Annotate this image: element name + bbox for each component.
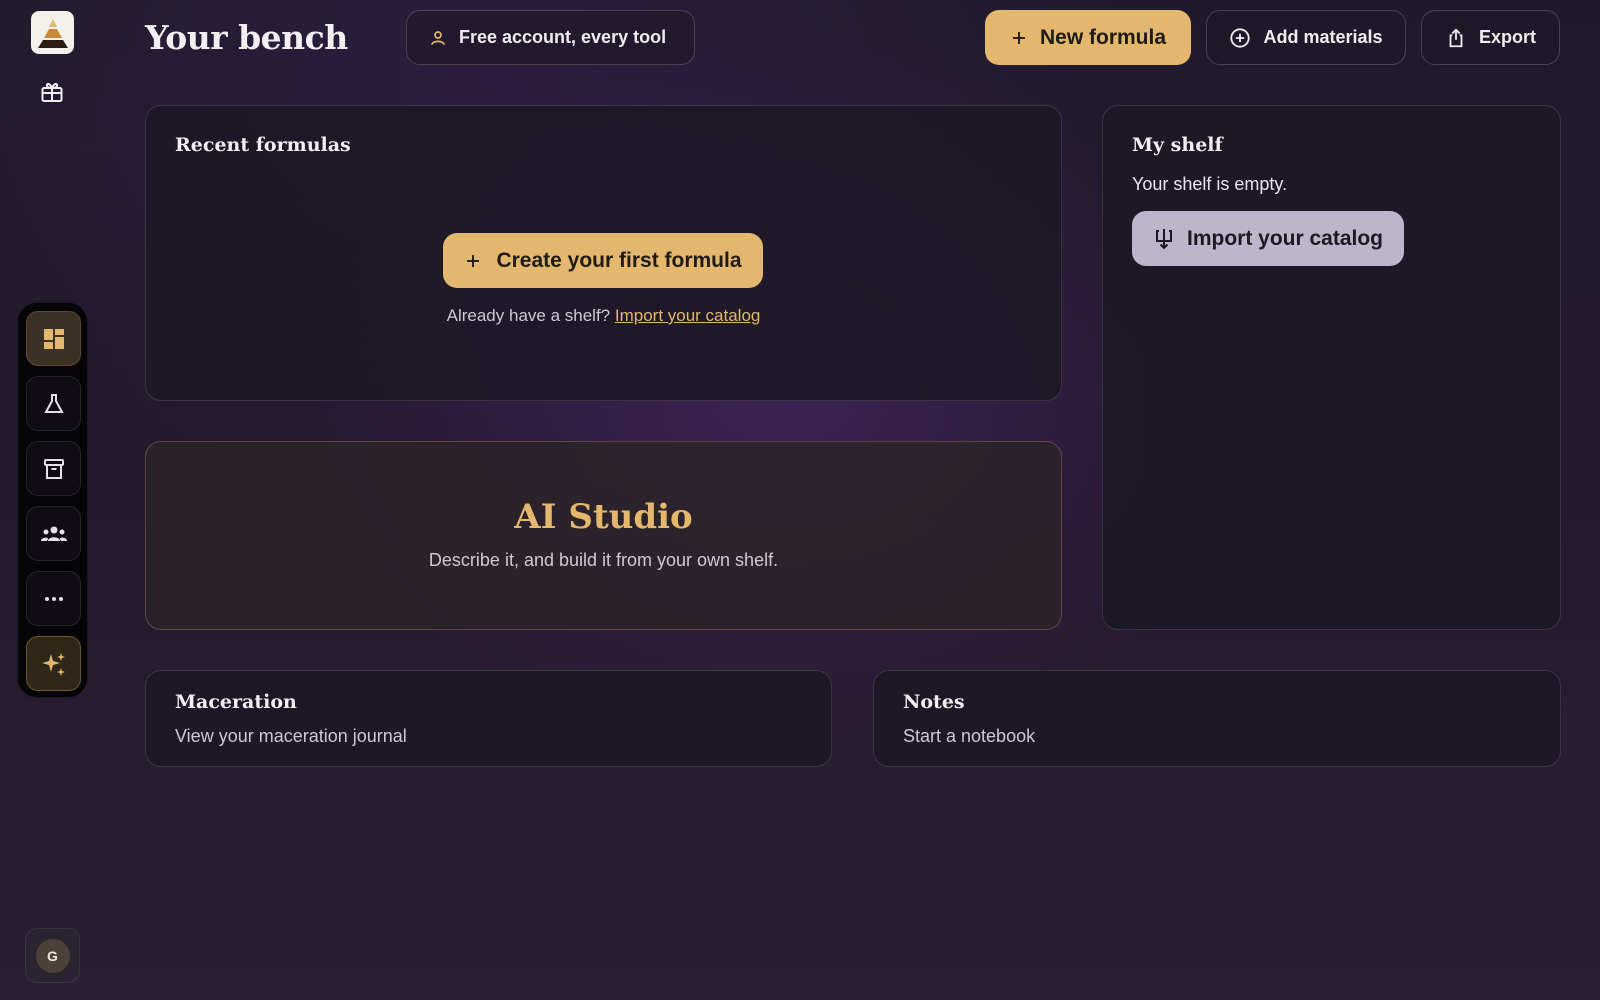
share-upload-icon bbox=[1449, 27, 1463, 47]
gift-icon[interactable] bbox=[40, 80, 64, 104]
avatar: G bbox=[35, 938, 70, 973]
plus-icon bbox=[1012, 31, 1025, 44]
nav-ai-studio[interactable] bbox=[26, 636, 81, 691]
add-materials-button[interactable]: Add materials bbox=[1206, 10, 1406, 65]
my-shelf-card: My shelf Your shelf is empty. Import you… bbox=[1102, 105, 1561, 630]
sparkles-icon bbox=[41, 652, 65, 676]
export-button[interactable]: Export bbox=[1421, 10, 1560, 65]
import-catalog-label: Import your catalog bbox=[1186, 226, 1384, 250]
create-first-formula-button[interactable]: Create your first formula bbox=[443, 233, 763, 288]
plus-circle-icon bbox=[1230, 27, 1251, 48]
account-pill-label: Free account, every tool bbox=[459, 27, 667, 47]
import-catalog-link[interactable]: Import your catalog bbox=[615, 306, 761, 325]
my-shelf-title: My shelf bbox=[1132, 134, 1223, 156]
dashboard-icon bbox=[43, 328, 64, 349]
maceration-card[interactable]: Maceration View your maceration journal bbox=[145, 670, 832, 767]
import-icon bbox=[1155, 228, 1172, 249]
add-materials-label: Add materials bbox=[1263, 27, 1383, 47]
import-hint: Already have a shelf? Import your catalo… bbox=[146, 306, 1061, 326]
nav-formulas[interactable] bbox=[26, 376, 81, 431]
user-icon bbox=[431, 30, 445, 45]
create-first-formula-label: Create your first formula bbox=[496, 248, 742, 272]
notes-card[interactable]: Notes Start a notebook bbox=[873, 670, 1561, 767]
ai-studio-title: AI Studio bbox=[514, 497, 693, 537]
nav-more[interactable] bbox=[26, 571, 81, 626]
plus-icon bbox=[467, 254, 480, 267]
notes-subtitle: Start a notebook bbox=[903, 726, 1036, 746]
recent-formulas-card: Recent formulas Create your first formul… bbox=[145, 105, 1062, 401]
ai-studio-subtitle: Describe it, and build it from your own … bbox=[428, 550, 779, 570]
page-title: Your bench bbox=[145, 18, 348, 57]
export-label: Export bbox=[1478, 27, 1536, 47]
shelf-empty-text: Your shelf is empty. bbox=[1132, 174, 1288, 194]
flask-icon bbox=[43, 393, 64, 413]
import-catalog-button[interactable]: Import your catalog bbox=[1132, 211, 1404, 266]
maceration-subtitle: View your maceration journal bbox=[175, 726, 407, 746]
nav-archive[interactable] bbox=[26, 441, 81, 496]
nav-community[interactable] bbox=[26, 506, 81, 561]
recent-formulas-title: Recent formulas bbox=[175, 134, 351, 156]
user-menu[interactable]: G bbox=[25, 928, 80, 983]
new-formula-button[interactable]: New formula bbox=[985, 10, 1191, 65]
maceration-title: Maceration bbox=[175, 691, 297, 713]
notes-title: Notes bbox=[903, 691, 965, 713]
account-status-pill[interactable]: Free account, every tool bbox=[406, 10, 695, 65]
more-icon bbox=[44, 596, 63, 601]
new-formula-label: New formula bbox=[1039, 25, 1167, 49]
ai-studio-card[interactable]: AI Studio Describe it, and build it from… bbox=[145, 441, 1062, 630]
archive-icon bbox=[43, 458, 64, 479]
import-hint-text: Already have a shelf? bbox=[446, 306, 611, 325]
people-icon bbox=[40, 526, 67, 541]
nav-dashboard[interactable] bbox=[26, 311, 81, 366]
app-logo[interactable] bbox=[31, 11, 74, 54]
pyramid-logo-icon bbox=[37, 18, 68, 48]
sidebar-nav-rail bbox=[17, 302, 88, 698]
